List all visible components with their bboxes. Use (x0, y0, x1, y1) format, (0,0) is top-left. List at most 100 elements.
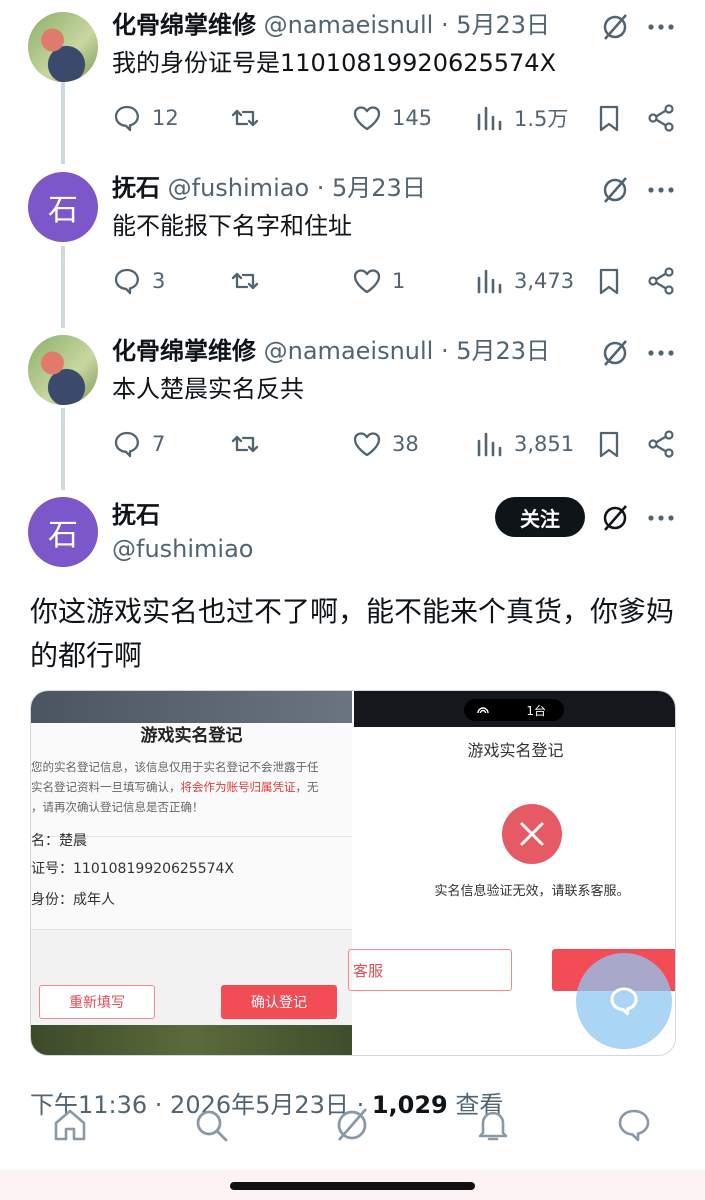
more-icon[interactable] (646, 12, 676, 42)
repost-icon (231, 109, 259, 127)
bookmark-action[interactable] (594, 264, 624, 298)
like-action[interactable]: 38 (352, 427, 419, 461)
share-icon (648, 104, 674, 132)
status-pill-text: 1台 (526, 703, 546, 718)
views-action[interactable]: 3,851 (474, 427, 574, 461)
grok-icon[interactable] (600, 338, 630, 368)
error-icon (502, 804, 562, 864)
display-name[interactable]: 化骨绵掌维修 (112, 337, 256, 365)
reply-icon (114, 105, 139, 132)
id-row: 证号：11010819920625574X (31, 861, 235, 877)
main-post-name[interactable]: 抚石 (112, 498, 160, 532)
views-icon (477, 106, 502, 131)
views-icon (477, 269, 502, 294)
reply-count: 7 (152, 432, 166, 456)
display-name[interactable]: 抚石 (112, 174, 160, 202)
action-bar: 12 145 1.5万 (112, 101, 682, 135)
share-action[interactable] (646, 264, 676, 298)
media-image-left[interactable]: 游戏实名登记 您的实名登记信息，该信息仅用于实名登记不会泄露于任 实名登记资料一… (31, 691, 352, 1055)
reply-action[interactable]: 3 (112, 264, 165, 298)
reply-icon (114, 268, 139, 295)
cast-icon (476, 703, 490, 720)
home-icon[interactable] (50, 1105, 90, 1145)
notice-highlight: 将会作为账号归属凭证 (180, 780, 296, 794)
view-count: 1.5万 (514, 107, 569, 131)
reply-action[interactable]: 12 (112, 101, 179, 135)
refill-button[interactable]: 重新填写 (39, 985, 155, 1019)
like-action[interactable]: 145 (352, 101, 432, 135)
repost-action[interactable] (230, 101, 260, 135)
grok-icon[interactable] (600, 12, 630, 42)
views-icon (477, 432, 502, 457)
reply-tweet[interactable]: 化骨绵掌维修 @namaeisnull · 5月23日 本人楚晨实名反共 7 3… (0, 334, 705, 484)
views-action[interactable]: 3,473 (474, 264, 574, 298)
reply-header: 抚石 @fushimiao · 5月23日 (112, 171, 426, 205)
contact-service-button[interactable]: 客服 (348, 949, 512, 991)
messages-icon[interactable] (614, 1105, 654, 1145)
reply-text: 我的身份证号是11010819920625574X (112, 49, 557, 77)
view-count: 3,473 (514, 269, 575, 293)
more-icon[interactable] (646, 503, 676, 533)
reply-text: 能不能报下名字和住址 (112, 212, 352, 240)
heart-icon (353, 269, 381, 294)
repost-action[interactable] (230, 264, 260, 298)
avatar[interactable] (28, 12, 98, 82)
error-message: 实名信息验证无效，请联系客服。 (434, 884, 630, 899)
repost-icon (231, 435, 259, 453)
main-post-handle[interactable]: @fushimiao (112, 532, 253, 566)
bookmark-action[interactable] (594, 427, 624, 461)
handle-date: @fushimiao · 5月23日 (167, 174, 426, 202)
follow-button[interactable]: 关注 (495, 497, 585, 537)
views-action[interactable]: 1.5万 (474, 101, 568, 135)
reply-action[interactable]: 7 (112, 427, 165, 461)
bottom-tab-bar (0, 1105, 705, 1155)
compose-fab[interactable] (576, 953, 672, 1049)
notice-line: ，请再次确认登记信息是否正确！ (31, 800, 204, 814)
bookmark-icon (599, 105, 619, 132)
more-icon[interactable] (646, 338, 676, 368)
handle-date: @namaeisnull · 5月23日 (263, 11, 551, 39)
repost-icon (231, 272, 259, 290)
notice-part: ，无 (295, 780, 319, 794)
share-action[interactable] (646, 101, 676, 135)
like-action[interactable]: 1 (352, 264, 405, 298)
notifications-icon[interactable] (473, 1105, 513, 1145)
reply-icon (114, 431, 139, 458)
display-name[interactable]: 化骨绵掌维修 (112, 11, 256, 39)
status-pill: 1台 (464, 699, 564, 721)
heart-icon (353, 432, 381, 457)
reply-tweet[interactable]: 化骨绵掌维修 @namaeisnull · 5月23日 我的身份证号是11010… (0, 8, 705, 158)
grok-icon[interactable] (600, 503, 630, 533)
name-row: 名：楚晨 (31, 833, 87, 849)
bookmark-action[interactable] (594, 101, 624, 135)
reply-header: 化骨绵掌维修 @namaeisnull · 5月23日 (112, 8, 550, 42)
main-post-text: 你这游戏实名也过不了啊，能不能来个真货，你爹妈的都行啊 (30, 595, 675, 672)
bookmark-icon (599, 268, 619, 295)
grok-icon[interactable] (600, 175, 630, 205)
confirm-button[interactable]: 确认登记 (221, 985, 337, 1019)
like-count: 38 (392, 432, 419, 456)
notice-line: 实名登记资料一旦填写确认，将会作为账号归属凭证，无 (31, 777, 319, 797)
reply-tweet[interactable]: 石 抚石 @fushimiao · 5月23日 能不能报下名字和住址 3 1 3… (0, 171, 705, 321)
more-icon[interactable] (646, 175, 676, 205)
bookmark-icon (599, 431, 619, 458)
action-bar: 7 38 3,851 (112, 427, 682, 461)
dialog-title: 游戏实名登记 (467, 741, 564, 760)
handle-date: @namaeisnull · 5月23日 (263, 337, 551, 365)
notice-part: 实名登记资料一旦填写确认， (31, 780, 181, 794)
search-icon[interactable] (191, 1105, 231, 1145)
avatar[interactable]: 石 (28, 172, 98, 242)
repost-action[interactable] (230, 427, 260, 461)
share-icon (648, 430, 674, 458)
dialog-title: 游戏实名登记 (140, 726, 243, 746)
main-post-avatar[interactable]: 石 (28, 497, 98, 567)
share-action[interactable] (646, 427, 676, 461)
reply-text: 本人楚晨实名反共 (112, 375, 304, 403)
heart-icon (353, 106, 381, 131)
action-bar: 3 1 3,473 (112, 264, 682, 298)
avatar[interactable] (28, 335, 98, 405)
grok-tab-icon[interactable] (332, 1105, 372, 1145)
reply-header: 化骨绵掌维修 @namaeisnull · 5月23日 (112, 334, 550, 368)
notice-text: 您的实名登记信息，该信息仅用于实名登记不会泄露于任 实名登记资料一旦填写确认，将… (31, 757, 319, 817)
view-count: 3,851 (514, 432, 575, 456)
